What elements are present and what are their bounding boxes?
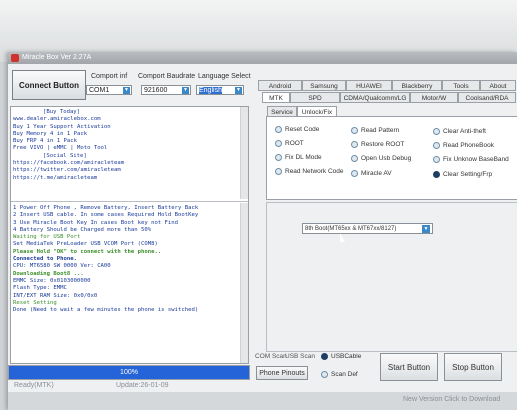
- log-line: Free VIVO | eMMC | Moto Tool: [13, 145, 108, 152]
- com-scan-option[interactable]: COM Scan: [255, 353, 287, 360]
- chevron-down-icon: ▼: [235, 87, 242, 94]
- chevron-down-icon: ▼: [182, 87, 189, 94]
- log-line: 1 Power Off Phone , Remove Battery, Inse…: [13, 205, 199, 211]
- log-line: Buy Memory 4 in 1 Pack: [13, 130, 88, 137]
- tab-spd[interactable]: SPD: [290, 92, 340, 103]
- new-version-link[interactable]: New Version Click to Download: [403, 396, 500, 403]
- usb-cable-option[interactable]: USBCable: [321, 353, 361, 360]
- log-line: Set MediaTek PreLoader USB VCOM Port (CO…: [13, 241, 158, 248]
- tab-samsung[interactable]: Samsung: [302, 80, 346, 91]
- window-title: Miracle Box Ver 2.27A: [22, 54, 92, 61]
- log-line: Flash Type: EMMC: [13, 285, 67, 292]
- tab-about[interactable]: About: [480, 80, 516, 91]
- radio-icon: [351, 127, 358, 134]
- log-bottom-scrollbar[interactable]: [240, 203, 248, 363]
- option-root[interactable]: ROOT: [275, 140, 304, 147]
- tab-android[interactable]: Android: [258, 80, 302, 91]
- option-clear-anti-theft[interactable]: Clear Anti-theft: [433, 128, 486, 135]
- tab-blackberry[interactable]: Blackberry: [392, 80, 442, 91]
- radio-icon: [351, 170, 358, 177]
- log-line: Buy FRP 4 in 1 Pack: [13, 138, 77, 145]
- option-read-pattern[interactable]: Read Pattern: [351, 127, 399, 134]
- radio-icon: [275, 126, 282, 133]
- log-line: 4 Battery Should be Charged more than 50…: [13, 226, 152, 233]
- comport-select[interactable]: COM1 ▼: [86, 85, 132, 95]
- chevron-down-icon: ▼: [422, 225, 430, 233]
- option-fix-unknow-baseband[interactable]: Fix Unknow BaseBand: [433, 156, 509, 163]
- title-bar: Miracle Box Ver 2.27A: [8, 52, 517, 64]
- status-bar: New Version Click to Download: [8, 392, 517, 410]
- log-line: Downloading Boot8 ...: [13, 270, 84, 277]
- language-select[interactable]: English ▼: [196, 85, 244, 95]
- log-info-section: [Buy Today] www.dealer.amiraclebox.com B…: [13, 109, 238, 182]
- mouse-cursor-icon: [340, 233, 345, 242]
- status-ready: Ready(MTK): [14, 382, 54, 389]
- option-clear-setting-frp[interactable]: Clear Setting/Frp: [433, 171, 492, 178]
- radio-icon: [433, 142, 440, 149]
- unlock-fix-panel: Reset Code Read Pattern Clear Anti-theft…: [266, 116, 517, 200]
- log-top-scrollbar[interactable]: [240, 107, 248, 199]
- log-line: Please Hold "OK" to connect with the pho…: [13, 248, 162, 255]
- chevron-down-icon: ▼: [123, 87, 130, 94]
- radio-icon: [433, 171, 440, 178]
- tab-coolsand-rda[interactable]: Coolsand/RDA: [458, 92, 516, 103]
- radio-icon: [321, 353, 328, 360]
- log-line: [Buy Today]: [43, 109, 81, 115]
- tab-huawei[interactable]: HUAWEI: [346, 80, 392, 91]
- log-divider: [11, 201, 248, 202]
- log-line: CPU: MT6580 SW 0000 Ver: CA00: [13, 263, 111, 270]
- radio-icon: [275, 168, 282, 175]
- comport-label: Comport inf: [91, 73, 128, 80]
- log-steps-section: 1 Power Off Phone , Remove Battery, Inse…: [13, 205, 238, 314]
- tab-tools[interactable]: Tools: [442, 80, 480, 91]
- log-line: https://twitter.com/amiracleteam: [13, 167, 121, 174]
- app-logo-icon: [11, 54, 19, 62]
- log-line: [Social Site]: [43, 152, 87, 159]
- option-open-usb-debug[interactable]: Open Usb Debug: [351, 155, 411, 162]
- connect-button[interactable]: Connect Button: [12, 70, 86, 100]
- option-read-network-code[interactable]: Read Network Code: [275, 168, 344, 175]
- stop-button[interactable]: Stop Button: [444, 353, 502, 381]
- log-line: 3 Use Miracle Boot Key In cases Boot key…: [13, 219, 179, 226]
- option-fix-dl-mode[interactable]: Fix DL Mode: [275, 154, 322, 161]
- log-line: Buy 1 Year Support Activation: [13, 123, 111, 130]
- phone-pinouts-button[interactable]: Phone Pinouts: [256, 366, 308, 380]
- start-button[interactable]: Start Button: [380, 353, 438, 381]
- radio-icon: [275, 140, 282, 147]
- log-line: www.dealer.amiraclebox.com: [13, 116, 101, 123]
- log-line: Done (Need to wait a few minutes the pho…: [13, 307, 199, 314]
- tab-cdma-qualcomm-lg[interactable]: CDMA/Qualcomm/LG: [340, 92, 410, 103]
- radio-icon: [351, 155, 358, 162]
- model-select[interactable]: 8th Boot(MT65xx & MT67xx/8127) ▼: [302, 223, 433, 234]
- usb-scan-option[interactable]: USB Scan: [285, 353, 315, 360]
- status-update: Update:26-01-09: [116, 382, 169, 389]
- option-restore-root[interactable]: Restore ROOT: [351, 141, 404, 148]
- main-window: Miracle Box Ver 2.27A Connect Button Com…: [8, 52, 517, 410]
- log-line: EMMC Size: 0x0103000000: [13, 277, 91, 284]
- scan-def-option[interactable]: Scan Def: [321, 371, 358, 378]
- radio-icon: [433, 128, 440, 135]
- log-console[interactable]: [Buy Today] www.dealer.amiraclebox.com B…: [10, 106, 249, 364]
- option-reset-code[interactable]: Reset Code: [275, 126, 319, 133]
- log-line: https://facebook.com/amiracleteam: [13, 160, 125, 167]
- log-line: Connected to Phone.: [13, 256, 77, 263]
- baud-label: Comport Baudrate: [138, 73, 196, 80]
- tab-mtk[interactable]: MTK: [262, 92, 290, 103]
- log-line: Reset Setting: [13, 299, 57, 306]
- radio-icon: [433, 156, 440, 163]
- radio-icon: [351, 141, 358, 148]
- radio-icon: [275, 154, 282, 161]
- option-read-phonebook[interactable]: Read PhoneBook: [433, 142, 494, 149]
- language-label: Language Select: [198, 73, 251, 80]
- progress-label: 100%: [120, 369, 138, 376]
- radio-icon: [321, 371, 328, 378]
- log-line: Waiting for USB Port: [13, 234, 81, 241]
- log-line: INT/EXT RAM Size: 0x0/0x0: [13, 292, 98, 299]
- baud-select[interactable]: 921600 ▼: [141, 85, 191, 95]
- log-line: https://t.me/amiracleteam: [13, 174, 98, 181]
- progress-bar: 100%: [8, 365, 250, 380]
- log-line: 2 Insert USB cable. In some cases Requir…: [13, 212, 199, 219]
- tab-motor[interactable]: Motor/W: [410, 92, 458, 103]
- option-miracle-av[interactable]: Miracle AV: [351, 170, 392, 177]
